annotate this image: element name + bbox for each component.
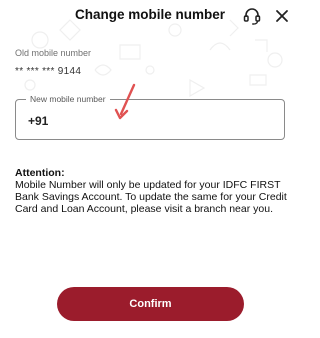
attention-title: Attention:: [15, 167, 65, 179]
attention-notice: Attention: Mobile Number will only be up…: [15, 167, 287, 215]
headset-icon[interactable]: [242, 6, 262, 26]
new-number-field[interactable]: New mobile number +91: [15, 94, 285, 140]
new-number-input[interactable]: [54, 108, 274, 134]
country-code-prefix: +91: [28, 114, 49, 128]
header: Change mobile number: [0, 0, 300, 30]
close-icon[interactable]: [272, 6, 292, 26]
annotation-arrow-icon: [114, 83, 136, 120]
old-number-value: ** *** *** 9144: [15, 66, 82, 77]
new-number-label: New mobile number: [26, 94, 110, 105]
old-number-label: Old mobile number: [15, 48, 92, 58]
attention-body: Mobile Number will only be updated for y…: [15, 179, 287, 215]
confirm-button[interactable]: Confirm: [57, 287, 244, 321]
